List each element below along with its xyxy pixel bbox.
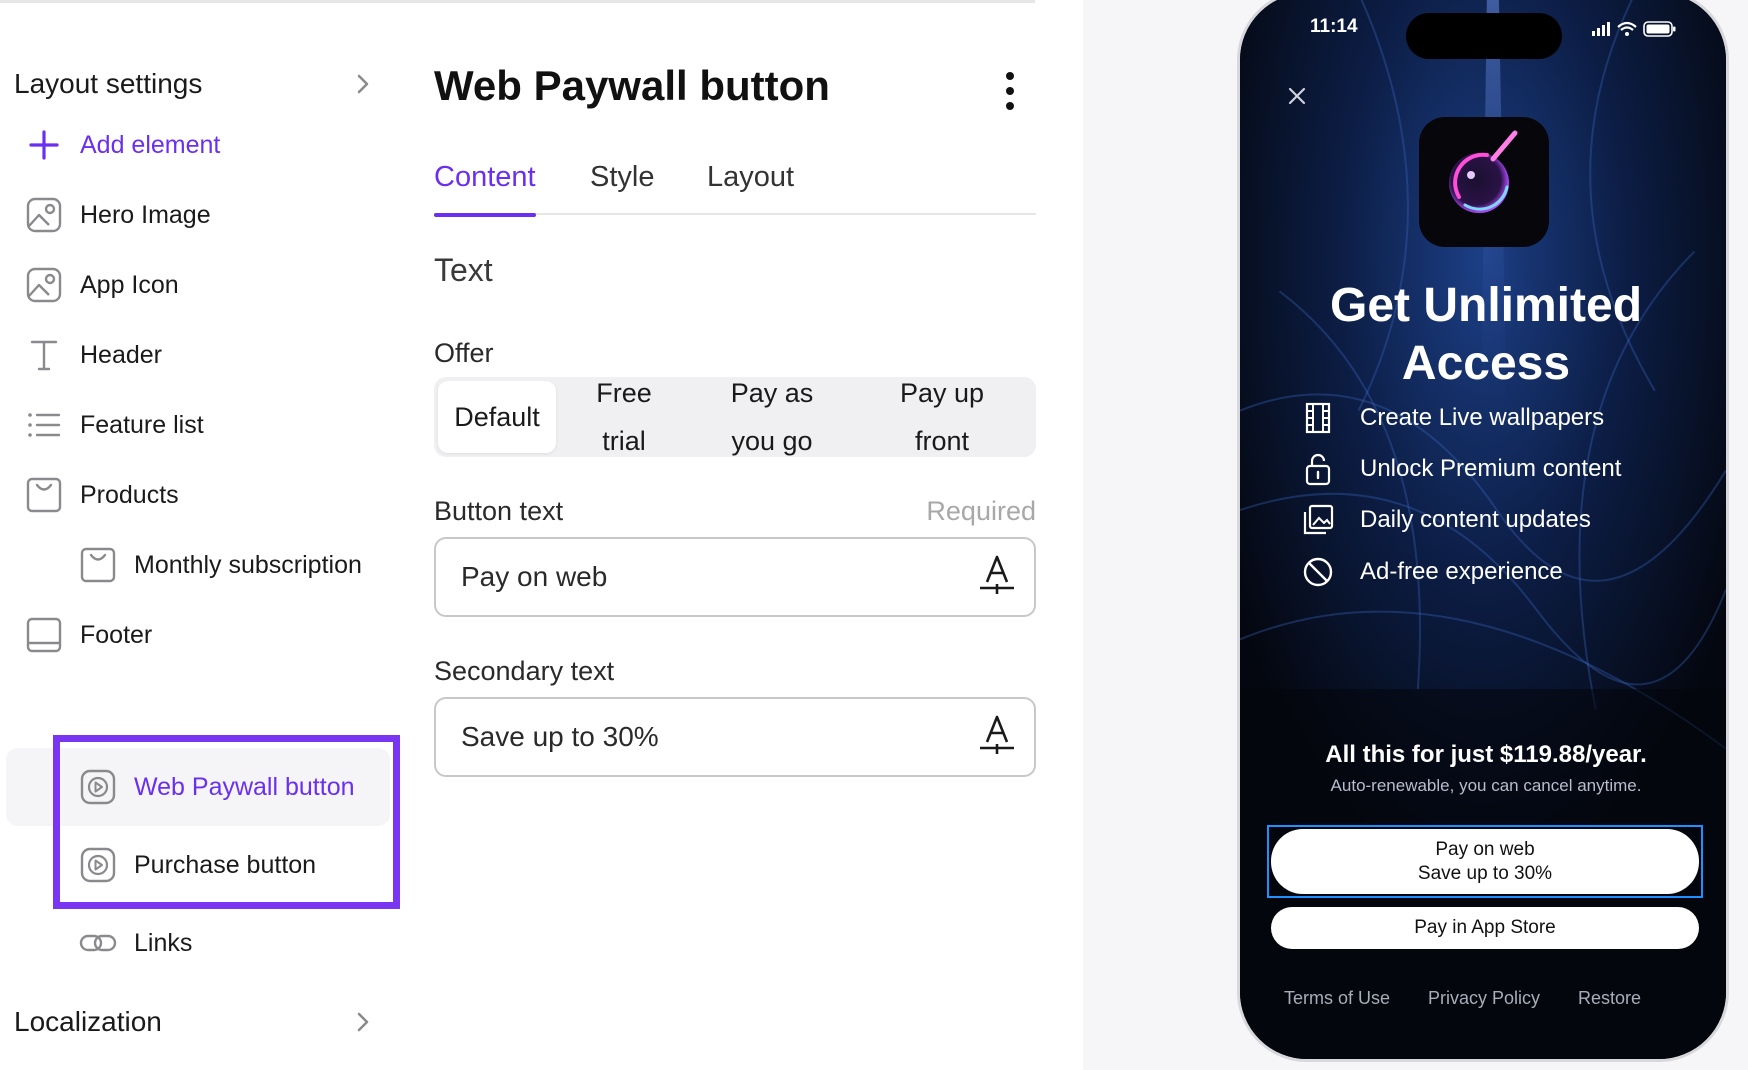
sidebar-item-hero-image[interactable]: Hero Image <box>24 188 211 242</box>
link-icon <box>78 923 118 963</box>
sidebar-item-label: Monthly subscription <box>134 550 362 579</box>
headline-line: Get Unlimited <box>1329 279 1643 332</box>
text-format-icon[interactable] <box>978 714 1016 761</box>
add-element-button[interactable]: Add element <box>24 118 220 172</box>
sidebar-item-app-icon[interactable]: App Icon <box>24 258 179 312</box>
plus-icon <box>24 125 64 165</box>
button-primary-text: Pay on web <box>1435 838 1535 860</box>
feature-text: Unlock Premium content <box>1360 455 1622 482</box>
more-options-icon[interactable] <box>995 68 1025 114</box>
secondary-text-value: Save up to 30% <box>461 721 659 752</box>
offer-option-label: Pay up <box>899 378 985 408</box>
sidebar-item-links[interactable]: Links <box>78 916 192 970</box>
tab-layout[interactable]: Layout <box>707 155 794 215</box>
panel-title: Web Paywall button <box>434 62 830 109</box>
price-text: All this for just $119.88/year. <box>1325 741 1647 768</box>
secondary-text-label: Secondary text <box>434 656 615 686</box>
list-icon <box>24 405 64 445</box>
tab-content[interactable]: Content <box>434 155 536 217</box>
offer-segmented-control: Default Free trial Pay as you go Pay up … <box>434 377 1036 457</box>
terms-of-use-link[interactable]: Terms of Use <box>1284 988 1390 1009</box>
sidebar-item-label: Links <box>134 928 193 957</box>
bag-icon <box>24 475 64 515</box>
battery-icon <box>1643 21 1676 37</box>
button-text-value: Pay on web <box>461 561 608 592</box>
offer-option-pay-as-you-go[interactable]: Pay as you go <box>692 377 852 457</box>
section-title: Text <box>434 252 493 288</box>
highlight-annotation-box <box>53 735 400 909</box>
privacy-policy-link[interactable]: Privacy Policy <box>1428 988 1540 1009</box>
localization-header[interactable]: Localization <box>14 999 376 1045</box>
secondary-text-input[interactable]: Save up to 30% <box>434 697 1036 777</box>
headline-line: Access <box>1401 337 1571 390</box>
button-text-input[interactable]: Pay on web <box>434 537 1036 617</box>
image-icon <box>24 195 64 235</box>
sidebar-item-label: App Icon <box>80 270 179 299</box>
layout-settings-header[interactable]: Layout settings <box>14 61 376 107</box>
chevron-right-icon[interactable] <box>350 1009 376 1035</box>
footer-icon <box>24 615 64 655</box>
offer-option-label: you go <box>731 426 813 456</box>
restore-link[interactable]: Restore <box>1578 988 1641 1009</box>
unlock-icon <box>1300 451 1336 487</box>
paywall-headline: Get Unlimited Access <box>1260 277 1712 393</box>
button-secondary-text: Save up to 30% <box>1417 862 1553 884</box>
chevron-right-icon[interactable] <box>350 71 376 97</box>
localization-label: Localization <box>14 1006 162 1037</box>
sidebar-item-header[interactable]: Header <box>24 328 162 382</box>
price-subtext: Auto-renewable, you can cancel anytime. <box>1330 776 1642 795</box>
feature-item: Ad-free experience <box>1300 552 1563 592</box>
sidebar-item-label: Header <box>80 340 162 369</box>
app-icon-image <box>1419 117 1549 247</box>
add-element-label: Add element <box>80 130 221 159</box>
panel-tabs: Content Style Layout <box>434 155 1036 217</box>
signal-icon <box>1592 22 1610 36</box>
feature-item: Create Live wallpapers <box>1300 398 1604 438</box>
button-text-label: Button text <box>434 496 564 526</box>
feature-item: Unlock Premium content <box>1300 449 1621 489</box>
offer-option-label: Free <box>596 378 652 408</box>
feature-text: Create Live wallpapers <box>1360 404 1605 431</box>
sidebar-item-label: Hero Image <box>80 200 211 229</box>
required-label: Required <box>926 496 1036 526</box>
tab-style[interactable]: Style <box>590 155 654 215</box>
close-icon[interactable] <box>1286 85 1308 107</box>
sidebar-item-monthly-subscription[interactable]: Monthly subscription <box>78 538 362 592</box>
feature-text: Daily content updates <box>1360 506 1591 533</box>
wifi-icon <box>1617 21 1637 36</box>
film-icon <box>1300 400 1336 436</box>
dynamic-island <box>1406 13 1562 59</box>
layout-sidebar: Layout settings Add element Hero Image A… <box>0 0 400 1070</box>
layout-settings-label: Layout settings <box>14 68 203 99</box>
offer-option-label: front <box>914 426 970 456</box>
feature-text: Ad-free experience <box>1360 558 1563 585</box>
offer-option-label: Default <box>454 402 540 432</box>
sidebar-item-label: Footer <box>80 620 153 649</box>
feature-item: Daily content updates <box>1300 500 1591 540</box>
sidebar-item-label: Products <box>80 480 179 509</box>
sidebar-item-products[interactable]: Products <box>24 468 179 522</box>
offer-option-label: trial <box>602 426 646 456</box>
image-icon <box>24 265 64 305</box>
pay-in-app-store-button[interactable]: Pay in App Store <box>1271 907 1699 949</box>
button-label: Pay in App Store <box>1414 917 1556 938</box>
sidebar-item-feature-list[interactable]: Feature list <box>24 398 204 452</box>
status-time: 11:14 <box>1310 16 1358 37</box>
sidebar-item-label: Feature list <box>80 410 204 439</box>
text-format-icon[interactable] <box>978 554 1016 601</box>
offer-option-pay-up-front[interactable]: Pay up front <box>852 377 1032 457</box>
block-icon <box>1300 554 1336 590</box>
phone-preview: 11:14 Get Unlimited Access Create Live w… <box>1237 0 1729 1062</box>
gallery-icon <box>1300 502 1336 538</box>
text-icon <box>24 335 64 375</box>
offer-option-label: Pay as <box>730 378 814 408</box>
offer-option-free-trial[interactable]: Free trial <box>556 377 692 457</box>
offer-label: Offer <box>434 338 494 368</box>
sidebar-item-footer[interactable]: Footer <box>24 608 152 662</box>
bag-icon <box>78 545 118 585</box>
offer-option-default[interactable]: Default <box>438 381 556 453</box>
pay-on-web-button[interactable]: Pay on web Save up to 30% <box>1271 829 1699 894</box>
status-icons <box>1592 19 1682 39</box>
